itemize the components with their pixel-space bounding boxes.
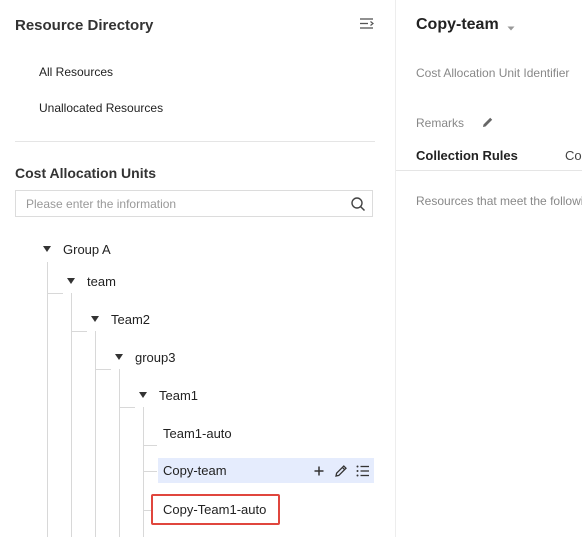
tree-search [15, 190, 373, 217]
tree-guide [47, 293, 63, 294]
sidebar: Resource Directory All Resources Unalloc… [0, 0, 395, 537]
sidebar-divider [15, 141, 375, 142]
tab-co[interactable]: Co [565, 148, 582, 163]
list-icon[interactable] [355, 463, 371, 479]
pencil-icon[interactable] [333, 463, 349, 479]
tree-node-label: Team2 [111, 312, 151, 327]
tab-collection-rules[interactable]: Collection Rules [416, 148, 518, 163]
tree-node-copy-team1-auto[interactable]: Copy-Team1-auto [151, 494, 280, 525]
tree-guide [119, 369, 120, 537]
tree-node-label: Group A [63, 242, 111, 257]
remarks-label: Remarks [416, 116, 465, 130]
tree-guide [143, 471, 157, 472]
tree-node-label: Team1-auto [163, 426, 232, 441]
tree-node-team[interactable]: team [60, 272, 160, 292]
tree-node-label: Team1 [159, 388, 199, 403]
caret-down-icon [507, 26, 515, 31]
caret-down-icon[interactable] [67, 278, 75, 284]
tree-node-team1[interactable]: Team1 [132, 386, 232, 406]
sidebar-title: Resource Directory [15, 17, 154, 34]
cost-units-title: Cost Allocation Units [15, 165, 157, 181]
tabs-divider [396, 170, 582, 171]
tree-node-label: team [87, 274, 116, 289]
row-actions [311, 463, 371, 479]
tree-node-label: Copy-Team1-auto [163, 502, 267, 517]
tree-guide [143, 445, 157, 446]
tree-node-team2[interactable]: Team2 [84, 310, 184, 330]
tree-guide [143, 407, 144, 537]
collapse-menu-icon[interactable] [359, 16, 375, 32]
tree-guide [95, 331, 96, 537]
identifier-label: Cost Allocation Unit Identifier [416, 66, 570, 80]
tree-guide [119, 407, 135, 408]
tree-node-group-a[interactable]: Group A [36, 240, 146, 260]
tree-node-copy-team[interactable]: Copy-team [158, 458, 374, 483]
tree-guide [71, 331, 87, 332]
plus-icon[interactable] [311, 463, 327, 479]
search-input[interactable] [26, 195, 326, 213]
tree-guide [95, 369, 111, 370]
tree-guide [47, 262, 48, 537]
detail-panel: Copy-team Cost Allocation Unit Identifie… [396, 0, 582, 537]
caret-down-icon[interactable] [115, 354, 123, 360]
edit-remarks-icon[interactable] [481, 115, 495, 129]
all-resources-link[interactable]: All Resources [39, 65, 113, 79]
tree-guide [71, 293, 72, 537]
caret-down-icon[interactable] [43, 246, 51, 252]
caret-down-icon[interactable] [139, 392, 147, 398]
caret-down-icon[interactable] [91, 316, 99, 322]
tree-node-group3[interactable]: group3 [108, 348, 208, 368]
rule-description: Resources that meet the followi [416, 194, 582, 208]
tree-guide [143, 510, 151, 511]
detail-title: Copy-team [416, 16, 499, 33]
tree-node-label: group3 [135, 350, 176, 365]
unallocated-resources-link[interactable]: Unallocated Resources [39, 101, 163, 115]
tree-node-team1-auto[interactable]: Team1-auto [158, 424, 308, 444]
search-icon[interactable] [350, 196, 366, 212]
tree-node-label: Copy-team [163, 463, 227, 478]
title-dropdown[interactable] [504, 21, 518, 33]
